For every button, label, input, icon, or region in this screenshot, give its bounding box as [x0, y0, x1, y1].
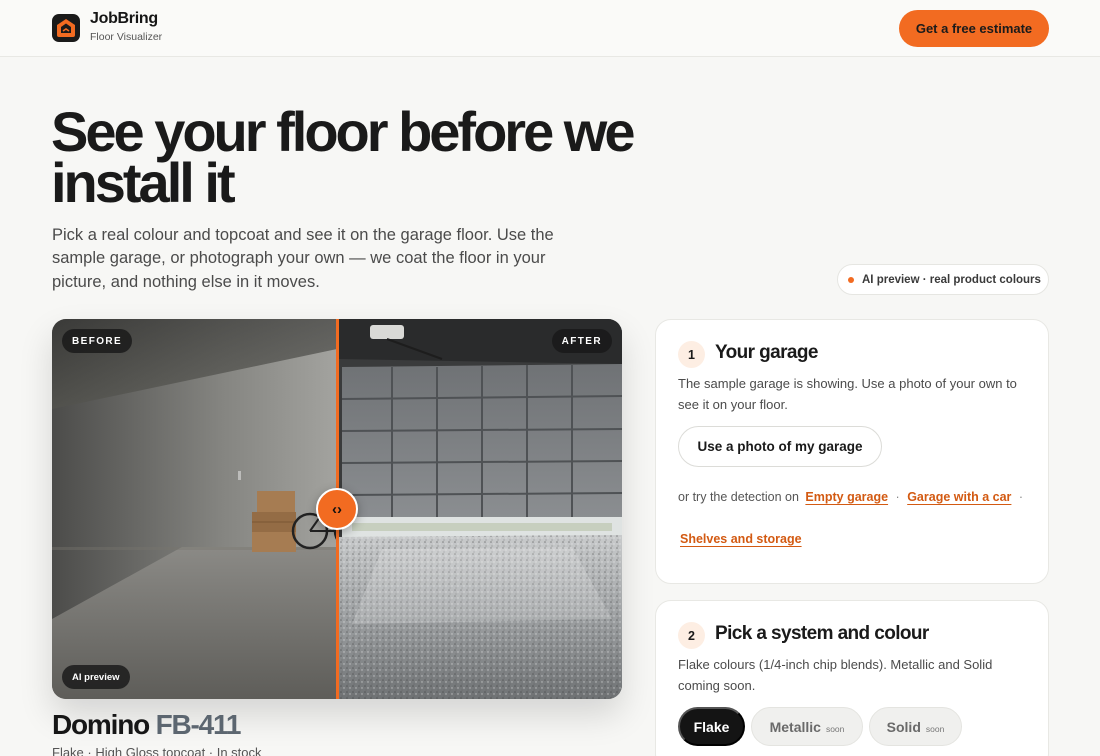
brand-tagline: Floor Visualizer: [90, 31, 163, 43]
use-photo-button[interactable]: Use a photo of my garage: [678, 426, 882, 467]
product-title: Domino FB-411: [52, 709, 242, 741]
system-option-flake[interactable]: Flake: [678, 707, 745, 746]
status-dot-icon: [848, 276, 854, 283]
step-description: Flake colours (1/4-inch chip blends). Me…: [678, 657, 993, 693]
after-badge: AFTER: [551, 329, 612, 353]
product-code: FB-411: [155, 709, 242, 740]
ai-preview-pill-label: AI preview · real product colours: [862, 273, 1041, 286]
detection-samples: or try the detection on Empty garage · G…: [678, 490, 1027, 504]
pick-system-card: 2 Pick a system and colour Flake colours…: [655, 600, 1049, 756]
step-description: The sample garage is showing. Use a phot…: [678, 376, 1017, 412]
step-number-badge: 2: [678, 622, 705, 649]
detection-prefix: or try the detection on: [678, 490, 799, 504]
coming-soon-tag: soon: [925, 723, 945, 734]
before-after-comparison[interactable]: ‹› BEFORE AFTER AI preview: [52, 319, 622, 699]
brand-name[interactable]: JobBring: [90, 10, 158, 28]
product-meta: Flake · High Gloss topcoat · In stock: [52, 745, 262, 756]
separator: ·: [1018, 490, 1024, 504]
comparison-drag-handle[interactable]: ‹›: [316, 488, 358, 530]
chevron-left-right-icon: ‹›: [332, 500, 342, 518]
coming-soon-tag: soon: [825, 723, 845, 734]
your-garage-card: 1 Your garage The sample garage is showi…: [655, 319, 1049, 584]
ai-preview-pill: AI preview · real product colours: [837, 264, 1049, 295]
sample-shelves-storage-link[interactable]: Shelves and storage: [680, 532, 802, 546]
page-title: See your floor before we install it: [51, 100, 636, 214]
separator: ·: [895, 490, 900, 504]
system-option-label: Solid: [886, 718, 921, 735]
site-header: JobBring Floor Visualizer Get a free est…: [0, 0, 1100, 57]
step-title: Pick a system and colour: [715, 623, 929, 644]
system-option-label: Metallic: [769, 718, 821, 735]
free-estimate-button[interactable]: Get a free estimate: [899, 10, 1049, 47]
system-option-label: Flake: [693, 718, 730, 735]
product-name: Domino: [52, 709, 150, 740]
before-badge: BEFORE: [62, 329, 133, 353]
system-option-solid[interactable]: Solid soon: [869, 707, 962, 746]
ai-preview-badge: AI preview: [62, 665, 130, 689]
step-title: Your garage: [715, 342, 818, 363]
brand-logo-icon[interactable]: [52, 14, 80, 42]
sample-empty-garage-link[interactable]: Empty garage: [805, 490, 888, 504]
sample-garage-with-car-link[interactable]: Garage with a car: [907, 490, 1011, 504]
hero-description: Pick a real colour and topcoat and see i…: [52, 226, 554, 291]
system-option-metallic[interactable]: Metallic soon: [751, 707, 863, 746]
step-number-badge: 1: [678, 341, 705, 368]
